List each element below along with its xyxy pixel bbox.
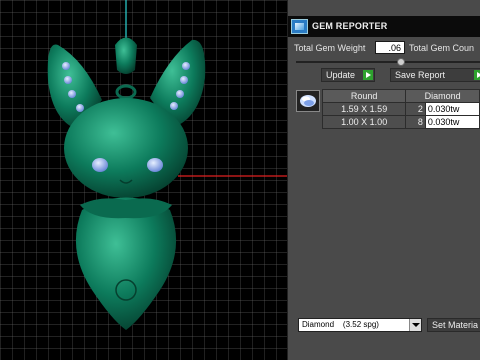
chevron-down-icon[interactable] xyxy=(409,319,421,331)
panel-titlebar: GEM REPORTER xyxy=(288,16,480,37)
table-header-row: Round Diamond xyxy=(321,89,480,103)
update-button-label: Update xyxy=(326,70,356,80)
material-select-value: Diamond (3.52 spg) xyxy=(302,320,379,329)
gem-reporter-logo-icon xyxy=(291,19,308,34)
3d-viewport[interactable] xyxy=(0,0,287,360)
gem-count-cell: 8 xyxy=(405,115,426,129)
gem-reporter-panel: GEM REPORTER Total Gem Weight .06 Total … xyxy=(287,0,480,360)
panel-slider-handle[interactable] xyxy=(397,58,405,66)
total-weight-label: Total Gem Weight xyxy=(294,43,366,53)
table-row[interactable]: 1.59 X 1.59 2 0.030tw xyxy=(321,102,480,116)
table-row[interactable]: 1.00 X 1.00 8 0.030tw xyxy=(321,115,480,129)
play-arrow-icon xyxy=(474,70,480,80)
panel-title: GEM REPORTER xyxy=(312,21,388,31)
gem-weight-cell[interactable]: 0.030tw xyxy=(424,115,480,129)
pendant-bail xyxy=(115,37,137,74)
save-report-button[interactable]: Save Report xyxy=(390,68,480,82)
play-arrow-icon xyxy=(363,70,373,80)
column-header-material: Diamond xyxy=(405,89,480,103)
column-header-shape: Round xyxy=(321,89,407,103)
left-eye-gem xyxy=(92,158,108,172)
gem-size-cell: 1.59 X 1.59 xyxy=(321,102,407,116)
total-weight-field[interactable]: .06 xyxy=(375,41,405,54)
update-button[interactable]: Update xyxy=(321,68,375,82)
set-material-button[interactable]: Set Materia xyxy=(427,318,480,332)
gem-count-cell: 2 xyxy=(405,102,426,116)
gem-size-cell: 1.00 X 1.00 xyxy=(321,115,407,129)
gem-table: Round Diamond 1.59 X 1.59 2 0.030tw 1.00… xyxy=(321,89,480,129)
panel-slider-track[interactable] xyxy=(296,61,480,63)
right-eye-gem xyxy=(147,158,163,172)
save-report-button-label: Save Report xyxy=(395,70,446,80)
total-count-label: Total Gem Coun xyxy=(409,43,475,53)
material-select[interactable]: Diamond (3.52 spg) xyxy=(298,318,422,332)
round-gem-icon[interactable] xyxy=(296,90,320,112)
viewport-canvas xyxy=(0,0,287,360)
gem-weight-cell[interactable]: 0.030tw xyxy=(424,102,480,116)
